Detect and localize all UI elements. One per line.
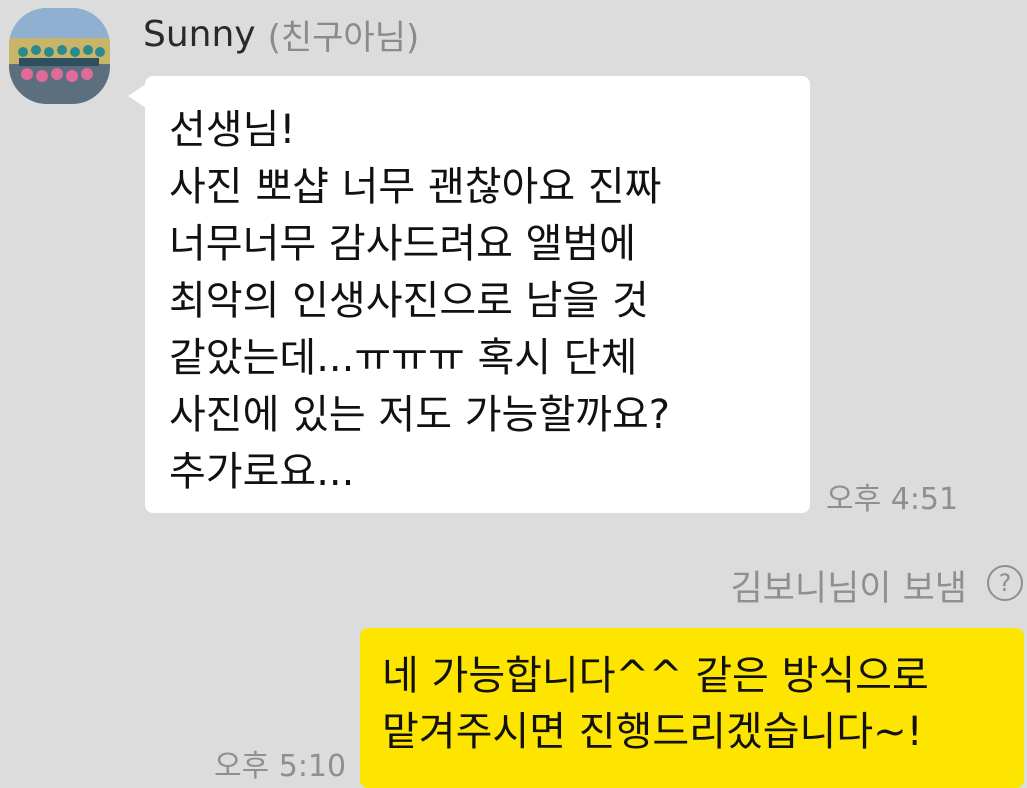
incoming-timestamp: 오후 4:51 <box>826 482 959 517</box>
message-line: 추가로요... <box>169 449 355 495</box>
outgoing-message-bubble[interactable]: 네 가능합니다^^ 같은 방식으로 맡겨주시면 진행드리겠습니다~! <box>360 628 1024 788</box>
message-line: 사진 뽀샵 너무 괜찮아요 진짜 <box>169 164 662 210</box>
incoming-message-bubble[interactable]: 선생님! 사진 뽀샵 너무 괜찮아요 진짜 너무너무 감사드려요 앨범에 최악의… <box>145 76 810 513</box>
sender-avatar[interactable] <box>9 8 110 104</box>
sender-status: (친구아님) <box>267 17 420 58</box>
sent-by-label: 김보니님이 보냄 <box>730 569 967 609</box>
message-line: 맡겨주시면 진행드리겠습니다~! <box>382 709 923 755</box>
message-line: 너무너무 감사드려요 앨범에 <box>169 221 637 267</box>
message-line: 사진에 있는 저도 가능할까요? <box>169 392 670 438</box>
message-line: 선생님! <box>169 107 296 153</box>
sender-name[interactable]: Sunny <box>143 14 256 55</box>
incoming-bubble-tail <box>128 84 146 108</box>
question-circle-icon[interactable]: ? <box>987 565 1023 601</box>
message-line: 최악의 인생사진으로 남을 것 <box>169 278 649 324</box>
message-line: 같았는데...ㅠㅠㅠ 혹시 단체 <box>169 335 638 381</box>
outgoing-timestamp: 오후 5:10 <box>214 749 347 784</box>
message-line: 네 가능합니다^^ 같은 방식으로 <box>382 653 929 699</box>
group-photo-avatar-icon <box>9 8 110 104</box>
sender-header: Sunny (친구아님) <box>143 8 419 60</box>
